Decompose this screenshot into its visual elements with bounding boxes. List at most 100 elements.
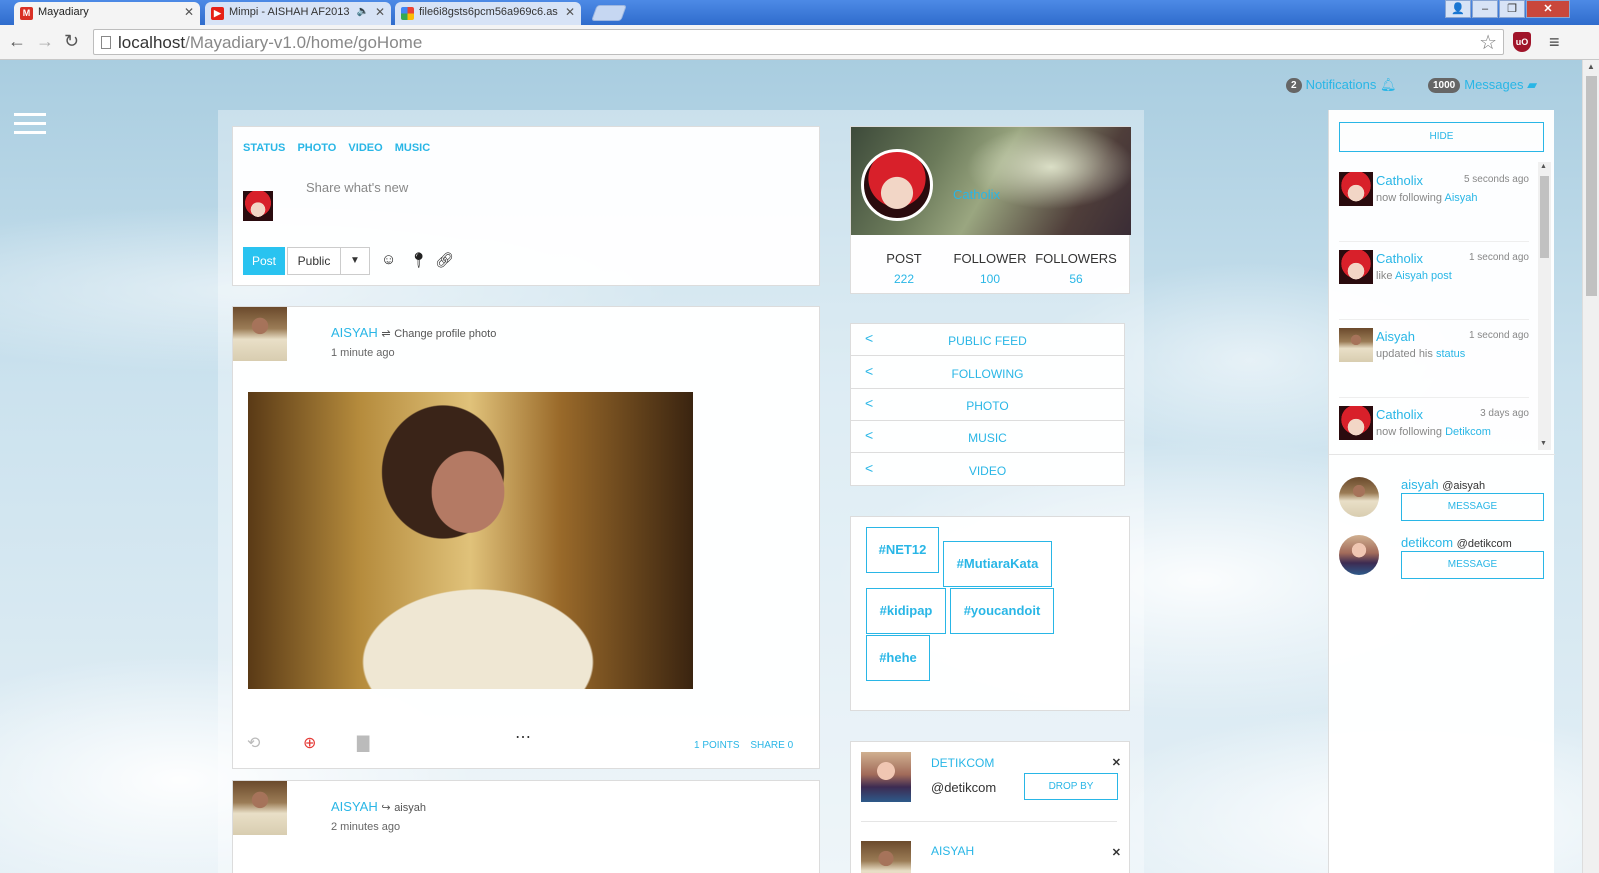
download-icon[interactable]: ⊕ xyxy=(303,733,316,753)
tag-chip[interactable]: #youcandoit xyxy=(950,588,1054,634)
tag-chip[interactable]: #hehe xyxy=(866,635,930,681)
menu-music[interactable]: < MUSIC xyxy=(851,421,1124,453)
activity-scrollbar[interactable]: ▲ ▼ xyxy=(1538,162,1551,450)
browser-menu-icon[interactable]: ≡ xyxy=(1549,32,1560,53)
contact-avatar[interactable] xyxy=(1339,535,1379,575)
tab-file[interactable]: file6i8gsts6pcm56a969c6.as ✕ xyxy=(395,2,581,25)
tab-close-icon[interactable]: ✕ xyxy=(184,5,194,19)
scroll-up-icon[interactable]: ▲ xyxy=(1587,62,1595,71)
close-window-icon[interactable]: ✕ xyxy=(1526,0,1570,18)
drop-by-button[interactable]: DROP BY xyxy=(1024,773,1118,800)
post-author-avatar[interactable] xyxy=(233,307,287,361)
contact-name[interactable]: detikcom @detikcom xyxy=(1401,535,1512,550)
link-icon[interactable]: 🔗︎ xyxy=(435,251,454,269)
scroll-up-icon[interactable]: ▲ xyxy=(1540,163,1547,170)
activity-item[interactable]: Aisyah 1 second ago updated his status xyxy=(1339,328,1529,398)
reload-icon[interactable]: ↻ xyxy=(64,31,79,52)
activity-item[interactable]: Catholix 5 seconds ago now following Ais… xyxy=(1339,172,1529,242)
activity-user[interactable]: Aisyah xyxy=(1376,329,1415,344)
suggestion-avatar[interactable] xyxy=(861,841,911,873)
user-icon[interactable]: 👤 xyxy=(1445,0,1471,18)
messages-link[interactable]: 1000 Messages ▰ xyxy=(1428,77,1537,93)
caret-down-icon[interactable]: ▼ xyxy=(340,247,370,275)
tab-youtube[interactable]: ▶ Mimpi - AISHAH AF2013 🔈 ✕ xyxy=(205,2,391,25)
tab-music[interactable]: MUSIC xyxy=(395,142,430,154)
comment-icon[interactable]: ▇ xyxy=(357,733,369,753)
page-scrollbar[interactable]: ▲ xyxy=(1582,60,1599,873)
speaker-icon[interactable]: 🔈 xyxy=(357,6,369,17)
activity-item[interactable]: Catholix 3 days ago now following Detikc… xyxy=(1339,406,1529,446)
activity-target[interactable]: status xyxy=(1436,348,1465,360)
tag-chip[interactable]: #NET12 xyxy=(866,527,939,573)
suggestion-name[interactable]: AISYAH xyxy=(931,844,974,858)
dismiss-icon[interactable]: ✕ xyxy=(1112,756,1121,769)
activity-item[interactable]: Catholix 1 second ago like Aisyah post xyxy=(1339,250,1529,320)
emoji-icon[interactable]: ☺ xyxy=(381,251,396,268)
tab-photo[interactable]: PHOTO xyxy=(297,142,336,154)
more-options-icon[interactable]: ⋯ xyxy=(515,727,531,747)
profile-avatar[interactable] xyxy=(861,149,933,221)
scroll-down-icon[interactable]: ▼ xyxy=(1540,440,1547,447)
tab-video[interactable]: VIDEO xyxy=(348,142,382,154)
tab-close-icon[interactable]: ✕ xyxy=(565,5,575,19)
tab-mayadiary[interactable]: M Mayadiary ✕ xyxy=(14,2,200,25)
menu-photo[interactable]: < PHOTO xyxy=(851,389,1124,421)
activity-avatar xyxy=(1339,406,1373,440)
share-arrow-icon: ↪ xyxy=(381,802,391,814)
post-author[interactable]: AISYAH ⇌ Change profile photo xyxy=(331,325,496,340)
tag-chip[interactable]: #MutiaraKata xyxy=(943,541,1052,587)
status-input[interactable]: Share what's new xyxy=(306,180,408,195)
suggestion-name[interactable]: DETIKCOM xyxy=(931,756,994,770)
post-button[interactable]: Post xyxy=(243,247,285,275)
repost-icon[interactable]: ⟲ xyxy=(247,733,260,753)
suggestion-avatar[interactable] xyxy=(861,752,911,802)
activity-user[interactable]: Catholix xyxy=(1376,173,1423,188)
tab-close-icon[interactable]: ✕ xyxy=(375,5,385,19)
hamburger-menu-icon[interactable] xyxy=(14,113,46,140)
back-icon[interactable]: ← xyxy=(8,31,26,52)
ublock-icon[interactable]: uO xyxy=(1513,32,1531,52)
menu-video[interactable]: < VIDEO xyxy=(851,454,1124,486)
activity-user[interactable]: Catholix xyxy=(1376,251,1423,266)
scroll-thumb[interactable] xyxy=(1540,176,1549,258)
menu-following[interactable]: < FOLLOWING xyxy=(851,357,1124,389)
restore-icon[interactable]: ❐ xyxy=(1499,0,1525,18)
address-bar[interactable]: localhost/Mayadiary-v1.0/home/goHome ☆ xyxy=(93,29,1504,55)
privacy-select[interactable]: Public xyxy=(287,247,341,275)
stat-post[interactable]: POST 222 xyxy=(859,251,949,286)
message-button[interactable]: MESSAGE xyxy=(1401,493,1544,521)
bookmark-star-icon[interactable]: ☆ xyxy=(1479,30,1497,55)
tag-chip[interactable]: #kidipap xyxy=(866,588,946,634)
stat-follower[interactable]: FOLLOWER 100 xyxy=(945,251,1035,286)
post-photo[interactable] xyxy=(248,392,693,689)
profile-name[interactable]: Catholix xyxy=(953,187,1000,202)
minimize-icon[interactable]: – xyxy=(1472,0,1498,18)
status-composer: STATUS PHOTO VIDEO MUSIC Share what's ne… xyxy=(232,126,820,286)
stat-value: 56 xyxy=(1069,272,1083,286)
share-link[interactable]: SHARE 0 xyxy=(750,740,793,751)
stat-followers[interactable]: FOLLOWERS 56 xyxy=(1031,251,1121,286)
menu-public-feed[interactable]: < PUBLIC FEED xyxy=(851,324,1124,356)
points-link[interactable]: 1 POINTS xyxy=(694,740,740,751)
message-button[interactable]: MESSAGE xyxy=(1401,551,1544,579)
suggested-users: DETIKCOM @detikcom DROP BY ✕ AISYAH ✕ xyxy=(850,741,1130,873)
dismiss-icon[interactable]: ✕ xyxy=(1112,846,1121,859)
new-tab-button[interactable] xyxy=(591,5,627,21)
post-author-avatar[interactable] xyxy=(233,781,287,835)
hide-button[interactable]: HIDE xyxy=(1339,122,1544,152)
activity-user[interactable]: Catholix xyxy=(1376,407,1423,422)
post-action-text[interactable]: aisyah xyxy=(394,802,426,814)
contact-avatar[interactable] xyxy=(1339,477,1379,517)
post-author[interactable]: AISYAH ↪ aisyah xyxy=(331,799,426,814)
location-pin-icon[interactable]: 📍︎ xyxy=(409,251,428,269)
tab-status[interactable]: STATUS xyxy=(243,142,285,154)
activity-target[interactable]: Aisyah xyxy=(1445,192,1478,204)
activity-target[interactable]: Detikcom xyxy=(1445,426,1491,438)
page-icon xyxy=(101,36,111,49)
scroll-thumb[interactable] xyxy=(1586,76,1597,296)
activity-target[interactable]: Aisyah post xyxy=(1395,270,1452,282)
notifications-link[interactable]: 2 Notifications 🔔︎ xyxy=(1286,77,1397,93)
gmail-icon: M xyxy=(20,7,33,20)
contact-name[interactable]: aisyah @aisyah xyxy=(1401,477,1485,492)
forward-icon[interactable]: → xyxy=(36,31,54,52)
